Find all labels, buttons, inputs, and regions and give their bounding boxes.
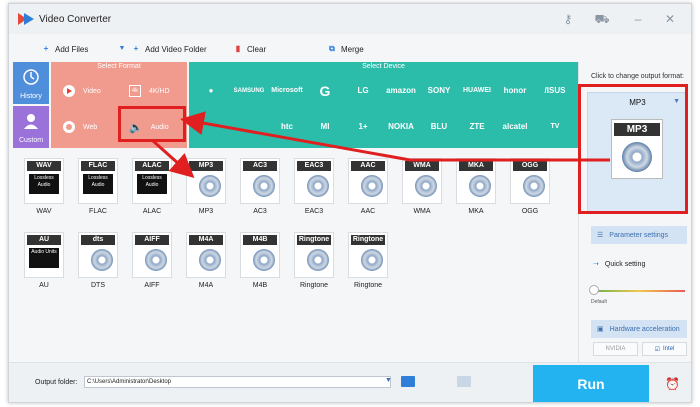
arrow-to-mp3 <box>150 138 195 179</box>
arrow-to-audio <box>180 111 411 162</box>
annotation-arrows <box>150 111 610 179</box>
